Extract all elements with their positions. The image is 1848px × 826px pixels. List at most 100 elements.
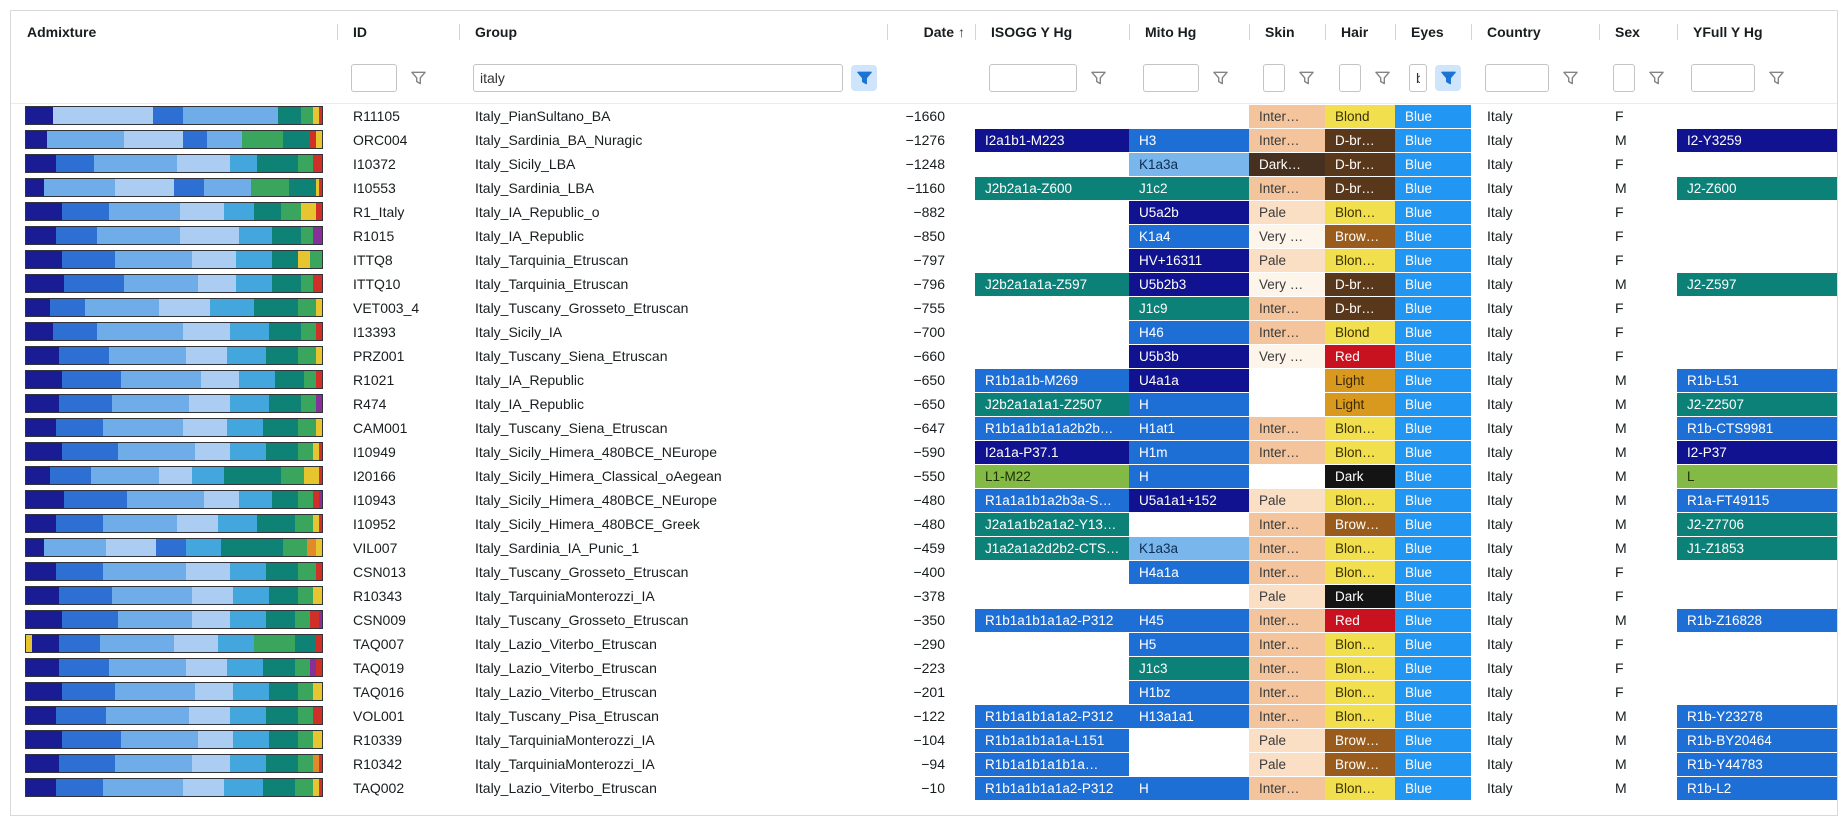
y-haplogroup-chip: R1b1a1b1a1a2b2b…	[975, 417, 1129, 440]
isogg-filter-input[interactable]	[989, 64, 1077, 92]
admixture-segment	[266, 755, 299, 772]
country-filter-input[interactable]	[1485, 64, 1549, 92]
column-header-group[interactable]: Group	[459, 11, 887, 53]
hair-filter-input[interactable]	[1339, 64, 1361, 92]
sex-filter-input[interactable]	[1613, 64, 1635, 92]
column-header-yfull[interactable]: YFull Y Hg	[1677, 11, 1837, 53]
cell-mito	[1129, 752, 1249, 776]
cell-isogg: R1b1a1b1a1a2-P312	[975, 608, 1129, 632]
isogg-filter-funnel-icon[interactable]	[1085, 65, 1111, 91]
cell-isogg: J2b2a1a-Z600	[975, 176, 1129, 200]
yfull-filter-input[interactable]	[1691, 64, 1755, 92]
cell-sex: M	[1599, 392, 1677, 416]
column-header-sex[interactable]: Sex	[1599, 11, 1677, 53]
admixture-segment	[304, 371, 316, 388]
cell-group: Italy_Tuscany_Grosseto_Etruscan	[459, 296, 887, 320]
admixture-segment	[183, 323, 230, 340]
cell-yfull: J2-Z2507	[1677, 392, 1837, 416]
country-filter-funnel-icon[interactable]	[1557, 65, 1583, 91]
eyes-filter-input[interactable]	[1409, 64, 1427, 92]
admixture-bar	[25, 130, 323, 149]
hair-trait-chip: Dark	[1325, 465, 1395, 488]
skin-trait-chip: Pale	[1249, 489, 1325, 512]
cell-hair: Blon…	[1325, 488, 1395, 512]
cell-hair: Blon…	[1325, 656, 1395, 680]
hair-filter-funnel-icon[interactable]	[1369, 65, 1395, 91]
cell-isogg: J2a1a1b2a1a2-Y13…	[975, 512, 1129, 536]
mito-filter-funnel-icon[interactable]	[1207, 65, 1233, 91]
sort-ascending-icon[interactable]: ↑	[958, 24, 965, 40]
admixture-segment	[319, 179, 322, 196]
admixture-segment	[301, 203, 316, 220]
admixture-segment	[298, 731, 313, 748]
id-filter-funnel-icon[interactable]	[405, 65, 431, 91]
column-header-id[interactable]: ID	[337, 11, 459, 53]
cell-eyes: Blue	[1395, 656, 1471, 680]
admixture-segment	[316, 635, 322, 652]
id-filter-input[interactable]	[351, 64, 397, 92]
column-header-skin[interactable]: Skin	[1249, 11, 1325, 53]
cell-id: TAQ007	[337, 632, 459, 656]
cell-skin	[1249, 392, 1325, 416]
column-header-eyes[interactable]: Eyes	[1395, 11, 1471, 53]
cell-sex: M	[1599, 608, 1677, 632]
admixture-segment	[298, 587, 313, 604]
admixture-bar	[25, 370, 323, 389]
admixture-segment	[201, 371, 239, 388]
column-header-country[interactable]: Country	[1471, 11, 1599, 53]
skin-trait-chip: Inter…	[1249, 129, 1325, 152]
mt-haplogroup-chip: H4a1a	[1129, 561, 1249, 584]
admixture-segment	[26, 155, 56, 172]
cell-country: Italy	[1471, 152, 1599, 176]
y-haplogroup-chip: I2-P37	[1677, 441, 1837, 464]
sex-filter-funnel-icon[interactable]	[1643, 65, 1669, 91]
column-header-hair[interactable]: Hair	[1325, 11, 1395, 53]
hair-trait-chip: Blon…	[1325, 489, 1395, 512]
table-row: TAQ002Italy_Lazio_Viterbo_Etruscan−10R1b…	[11, 776, 1837, 800]
column-header-date[interactable]: Date↑	[887, 11, 975, 53]
cell-sex: M	[1599, 416, 1677, 440]
cell-isogg	[975, 584, 1129, 608]
cell-mito: J1c3	[1129, 656, 1249, 680]
cell-mito: J1c2	[1129, 176, 1249, 200]
admixture-segment	[53, 323, 97, 340]
column-header-admixture[interactable]: Admixture	[11, 11, 337, 53]
admixture-segment	[26, 707, 56, 724]
column-header-mito[interactable]: Mito Hg	[1129, 11, 1249, 53]
group-filter-input[interactable]	[473, 64, 843, 92]
cell-skin: Pale	[1249, 728, 1325, 752]
admixture-segment	[26, 587, 59, 604]
skin-trait-chip: Inter…	[1249, 609, 1325, 632]
admixture-segment	[189, 395, 230, 412]
mito-filter-input[interactable]	[1143, 64, 1199, 92]
group-filter-funnel-icon[interactable]	[851, 65, 877, 91]
eyes-trait-chip: Blue	[1395, 537, 1471, 560]
eyes-trait-chip: Blue	[1395, 249, 1471, 272]
cell-mito	[1129, 728, 1249, 752]
skin-filter-funnel-icon[interactable]	[1293, 65, 1319, 91]
admixture-segment	[269, 395, 302, 412]
admixture-segment	[106, 539, 156, 556]
admixture-segment	[313, 707, 322, 724]
column-header-isogg[interactable]: ISOGG Y Hg	[975, 11, 1129, 53]
column-header-label: ID	[353, 24, 367, 40]
cell-date: −10	[887, 776, 975, 800]
admixture-segment	[230, 443, 266, 460]
mt-haplogroup-chip: H1at1	[1129, 417, 1249, 440]
admixture-segment	[103, 779, 183, 796]
table-row: R10342Italy_TarquiniaMonterozzi_IA−94R1b…	[11, 752, 1837, 776]
y-haplogroup-chip: R1b1a1b1a1a2-P312	[975, 705, 1129, 728]
cell-id: TAQ016	[337, 680, 459, 704]
cell-isogg	[975, 224, 1129, 248]
cell-admixture	[11, 200, 337, 224]
admixture-segment	[192, 587, 233, 604]
cell-skin: Inter…	[1249, 632, 1325, 656]
cell-mito	[1129, 104, 1249, 128]
skin-filter-input[interactable]	[1263, 64, 1285, 92]
admixture-segment	[106, 707, 189, 724]
filter-cell-eyes	[1395, 64, 1471, 92]
admixture-segment	[192, 467, 225, 484]
table-row: R1021Italy_IA_Republic−650R1b1a1b-M269U4…	[11, 368, 1837, 392]
eyes-filter-funnel-icon[interactable]	[1435, 65, 1461, 91]
yfull-filter-funnel-icon[interactable]	[1763, 65, 1789, 91]
